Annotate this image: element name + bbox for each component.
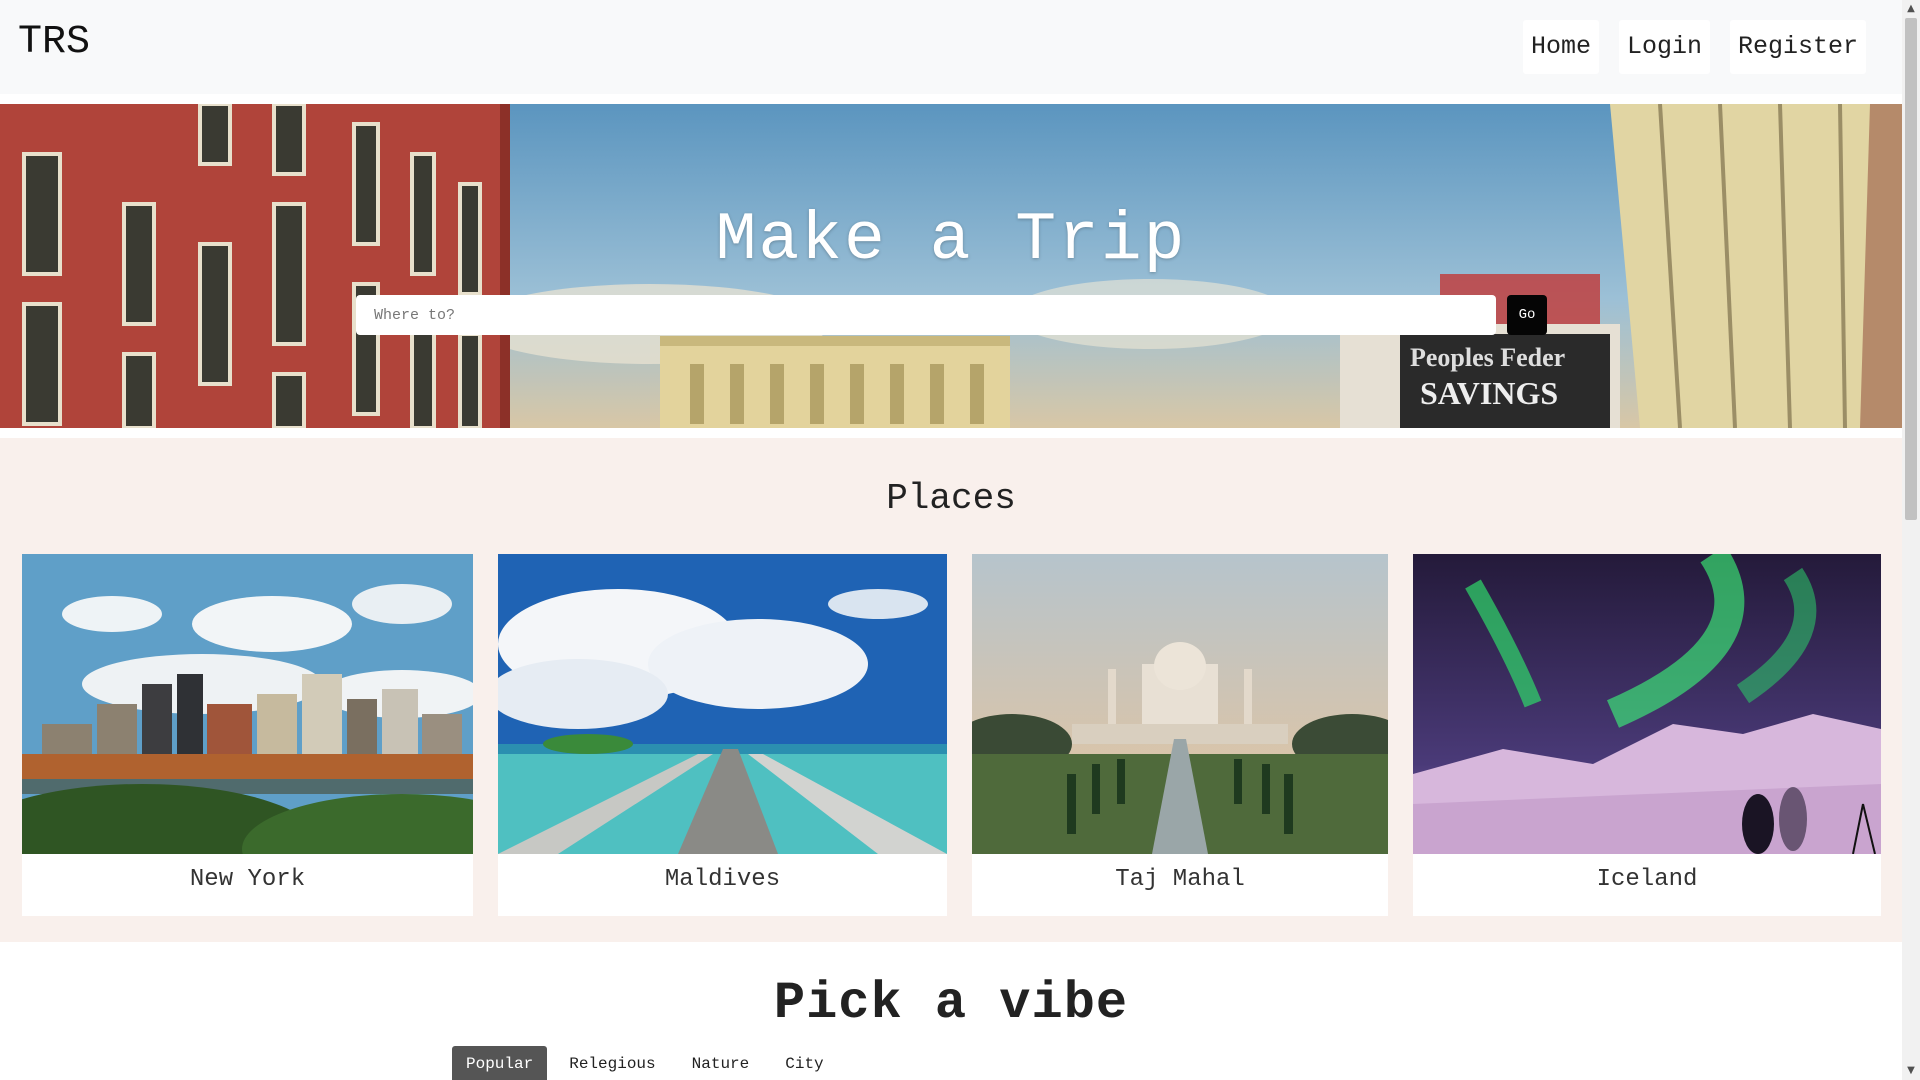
new-york-image <box>22 554 473 854</box>
place-card-taj-mahal[interactable]: Taj Mahal <box>972 554 1388 916</box>
chevron-up-icon[interactable]: ▲ <box>1902 0 1920 18</box>
nav-home-link[interactable]: Home <box>1522 20 1599 74</box>
page: TRS Home Login Register Peoples Feder SA… <box>0 0 1902 1080</box>
nav-links: Home Login Register <box>1522 20 1866 74</box>
vertical-scrollbar[interactable]: ▲ ▼ <box>1902 0 1920 1080</box>
place-name: New York <box>189 866 306 893</box>
place-name: Taj Mahal <box>1115 866 1245 893</box>
place-name: Maldives <box>664 866 781 893</box>
places-title: Places <box>886 478 1016 519</box>
places-section: Places New York Maldives Taj Mahal Icela… <box>0 438 1902 942</box>
hero-banner: Peoples Feder SAVINGS Make a Trip Where … <box>0 104 1902 428</box>
tab-nature[interactable]: Nature <box>678 1046 764 1080</box>
place-card-maldives[interactable]: Maldives <box>498 554 947 916</box>
nav-login-link[interactable]: Login <box>1618 20 1710 74</box>
hero-title: Make a Trip <box>715 202 1187 279</box>
vibe-tabs: Popular Relegious Nature City <box>452 1046 838 1080</box>
scrollbar-thumb[interactable] <box>1905 18 1917 520</box>
brand-logo[interactable]: TRS <box>18 20 90 65</box>
svg-text:SAVINGS: SAVINGS <box>1420 375 1558 411</box>
place-card-new-york[interactable]: New York <box>22 554 473 916</box>
destination-search-input[interactable] <box>356 295 1496 335</box>
nav-register-link[interactable]: Register <box>1729 20 1866 74</box>
tab-relegious[interactable]: Relegious <box>555 1046 669 1080</box>
tab-popular[interactable]: Popular <box>452 1046 548 1080</box>
svg-text:Peoples Feder: Peoples Feder <box>1410 343 1565 372</box>
place-card-iceland[interactable]: Iceland <box>1413 554 1881 916</box>
taj-mahal-image <box>972 554 1388 854</box>
chevron-down-icon[interactable]: ▼ <box>1902 1062 1920 1080</box>
maldives-image <box>498 554 947 854</box>
go-button[interactable]: Go <box>1507 295 1547 335</box>
vibe-section-title: Pick a vibe <box>773 974 1129 1033</box>
iceland-image <box>1413 554 1881 854</box>
place-name: Iceland <box>1596 866 1698 893</box>
tab-city[interactable]: City <box>771 1046 837 1080</box>
navbar: TRS Home Login Register <box>0 0 1902 94</box>
